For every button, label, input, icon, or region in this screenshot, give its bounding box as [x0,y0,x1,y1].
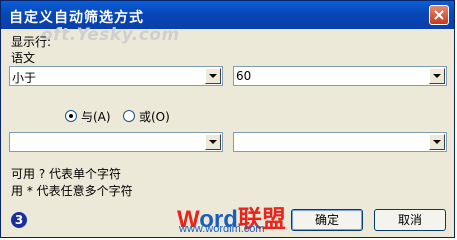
custom-autofilter-dialog: 自定义自动筛选方式 oft.Yesky.com 显示行: 语文 小于 60 与(… [0,0,455,238]
hint-multi-char: 用 * 代表任意多个字符 [11,184,133,198]
logo-url: www.wordlm.com [179,223,265,235]
chevron-down-icon [433,140,441,144]
value-1-dropdown-button[interactable] [429,68,445,84]
value-2-combo[interactable] [233,132,447,152]
close-button[interactable] [429,5,449,25]
or-radio[interactable] [123,110,135,122]
close-icon [434,10,444,20]
operator-1-value: 小于 [12,71,37,85]
operator-1-dropdown-button[interactable] [205,68,221,84]
chevron-down-icon [209,74,217,78]
step-badge: 3 [11,212,27,228]
window-title: 自定义自动筛选方式 [9,10,144,26]
show-rows-heading: 显示行: [11,35,52,49]
value-1-combo[interactable]: 60 [233,66,447,86]
operator-1-select[interactable]: 小于 [9,66,223,86]
cancel-button[interactable]: 取消 [374,209,446,231]
hint-single-char: 可用 ? 代表单个字符 [11,167,121,181]
operator-2-dropdown-button[interactable] [205,134,221,150]
and-radio-label[interactable]: 与(A) [81,108,111,125]
radio-selected-dot [69,114,73,118]
or-radio-label[interactable]: 或(O) [139,108,170,125]
value-2-dropdown-button[interactable] [429,134,445,150]
chevron-down-icon [433,74,441,78]
value-1-text: 60 [236,69,252,83]
chevron-down-icon [209,140,217,144]
field-name-label: 语文 [11,51,36,65]
operator-2-select[interactable] [9,132,223,152]
ok-button[interactable]: 确定 [291,209,363,231]
and-radio[interactable] [65,110,77,122]
watermark-text: oft.Yesky.com [41,25,180,45]
